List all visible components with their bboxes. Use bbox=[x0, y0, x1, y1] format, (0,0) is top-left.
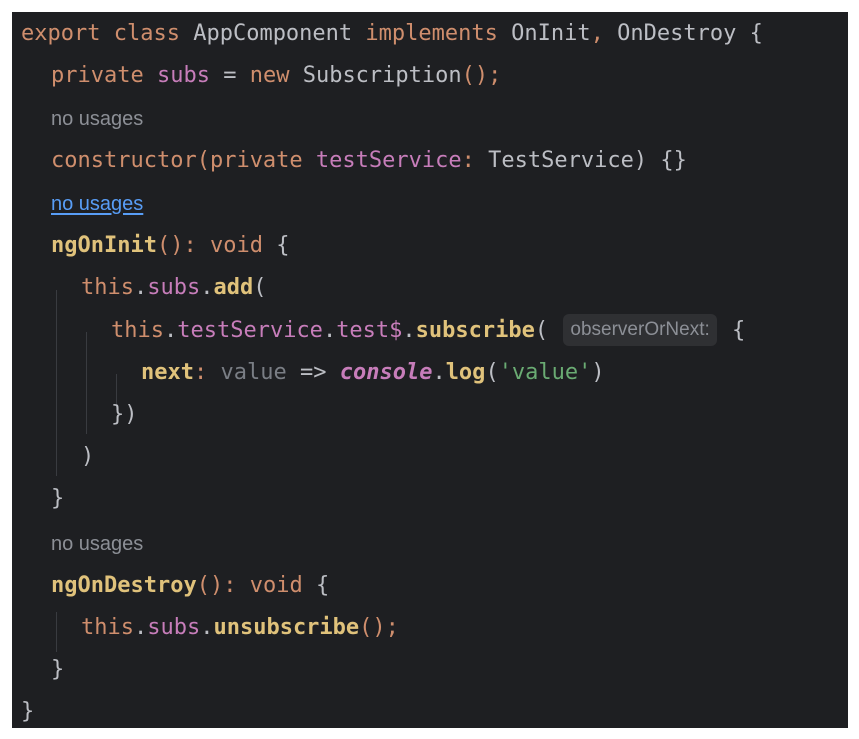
code-line-ngoninit[interactable]: ngOnInit(): void { bbox=[51, 225, 289, 267]
dot: . bbox=[322, 318, 337, 343]
dot: . bbox=[133, 615, 148, 640]
dot: . bbox=[200, 615, 214, 640]
code-line-subs-field[interactable]: private subs = new Subscription(); bbox=[51, 55, 501, 97]
keyword-this: this bbox=[81, 615, 134, 640]
param-testservice: testService bbox=[315, 148, 462, 173]
open-paren: ( bbox=[534, 318, 549, 343]
keyword-private: private bbox=[209, 148, 303, 173]
field-subs: subs bbox=[147, 615, 201, 640]
keyword-private: private bbox=[51, 63, 144, 88]
code-line-close-ngoninit[interactable]: } bbox=[51, 478, 64, 520]
close-brace: } bbox=[51, 486, 65, 511]
interface-oninit: OnInit bbox=[511, 21, 591, 46]
dot: . bbox=[133, 275, 148, 300]
usages-hint[interactable]: no usages bbox=[51, 98, 143, 140]
close-paren: ) bbox=[81, 444, 95, 469]
key-next: next bbox=[141, 360, 194, 385]
code-line-close-subscribe[interactable]: }) bbox=[111, 394, 138, 436]
string-value: 'value' bbox=[498, 360, 592, 385]
keyword-class: class bbox=[113, 21, 180, 46]
comma: , bbox=[590, 21, 604, 46]
method-parens: (): bbox=[156, 233, 197, 258]
colon: : bbox=[193, 360, 208, 385]
keyword-new: new bbox=[249, 63, 290, 88]
field-subs: subs bbox=[156, 63, 210, 88]
field-test: test$ bbox=[336, 318, 403, 343]
indent-guide bbox=[56, 612, 57, 652]
equals: = bbox=[223, 63, 237, 88]
keyword-implements: implements bbox=[365, 21, 498, 46]
method-ngoninit: ngOnInit bbox=[51, 233, 157, 258]
field-subs: subs bbox=[147, 275, 201, 300]
open-brace: { bbox=[732, 318, 746, 343]
usages-hint-link[interactable]: no usages bbox=[51, 183, 143, 225]
method-unsubscribe: unsubscribe bbox=[213, 615, 360, 640]
keyword-void: void bbox=[209, 233, 263, 258]
field-testservice: testService bbox=[177, 318, 323, 343]
call-parens: (); bbox=[359, 615, 399, 640]
open-paren: ( bbox=[253, 275, 267, 300]
dot: . bbox=[432, 360, 446, 385]
close-paren: ) bbox=[591, 360, 605, 385]
interface-ondestroy: OnDestroy bbox=[617, 21, 737, 46]
code-line-subs-add[interactable]: this.subs.add( bbox=[81, 267, 266, 309]
global-console: console bbox=[339, 360, 433, 385]
keyword-void: void bbox=[249, 573, 303, 598]
open-brace: { bbox=[315, 573, 330, 598]
method-subscribe: subscribe bbox=[415, 318, 535, 343]
open-paren: ( bbox=[485, 360, 499, 385]
code-editor[interactable]: export class AppComponent implements OnI… bbox=[12, 12, 848, 728]
dot: . bbox=[200, 275, 214, 300]
colon: : bbox=[461, 148, 475, 173]
code-line-close-add[interactable]: ) bbox=[81, 436, 94, 478]
method-add: add bbox=[213, 275, 254, 300]
dot: . bbox=[163, 318, 178, 343]
method-log: log bbox=[445, 360, 486, 385]
code-line-close-ngondestroy[interactable]: } bbox=[51, 649, 64, 691]
keyword-this: this bbox=[81, 275, 134, 300]
type-subscription: Subscription bbox=[302, 63, 462, 88]
code-line-ngondestroy[interactable]: ngOnDestroy(): void { bbox=[51, 565, 329, 607]
code-line-class-declaration[interactable]: export class AppComponent implements OnI… bbox=[21, 13, 763, 55]
usages-hint[interactable]: no usages bbox=[51, 523, 143, 565]
open-brace: { bbox=[276, 233, 290, 258]
call-parens: (); bbox=[461, 63, 502, 88]
arrow: => bbox=[299, 360, 327, 385]
dot: . bbox=[402, 318, 416, 343]
close-brace: } bbox=[51, 657, 65, 682]
code-line-unsubscribe[interactable]: this.subs.unsubscribe(); bbox=[81, 607, 399, 649]
close-brace: } bbox=[21, 699, 35, 724]
code-line-next-handler[interactable]: next: value => console.log('value') bbox=[141, 352, 605, 394]
constructor-body: ) {} bbox=[633, 148, 687, 173]
keyword-export: export bbox=[21, 21, 101, 46]
parameter-inlay-hint[interactable]: observerOrNext: bbox=[563, 314, 717, 346]
code-line-subscribe[interactable]: this.testService.test$.subscribe( observ… bbox=[111, 310, 745, 352]
indent-guide bbox=[56, 290, 57, 476]
code-line-close-class[interactable]: } bbox=[21, 691, 34, 728]
keyword-constructor: constructor bbox=[51, 148, 197, 173]
method-ngondestroy: ngOnDestroy bbox=[51, 573, 197, 598]
close-brace-paren: }) bbox=[111, 402, 138, 427]
keyword-this: this bbox=[111, 318, 164, 343]
type-testservice: TestService bbox=[488, 148, 634, 173]
indent-guide bbox=[86, 332, 87, 434]
method-parens: (): bbox=[196, 573, 237, 598]
open-brace: { bbox=[749, 21, 763, 46]
open-paren: ( bbox=[196, 148, 210, 173]
code-line-constructor[interactable]: constructor(private testService: TestSer… bbox=[51, 140, 687, 182]
class-name: AppComponent bbox=[193, 21, 353, 46]
param-value: value bbox=[220, 360, 287, 385]
